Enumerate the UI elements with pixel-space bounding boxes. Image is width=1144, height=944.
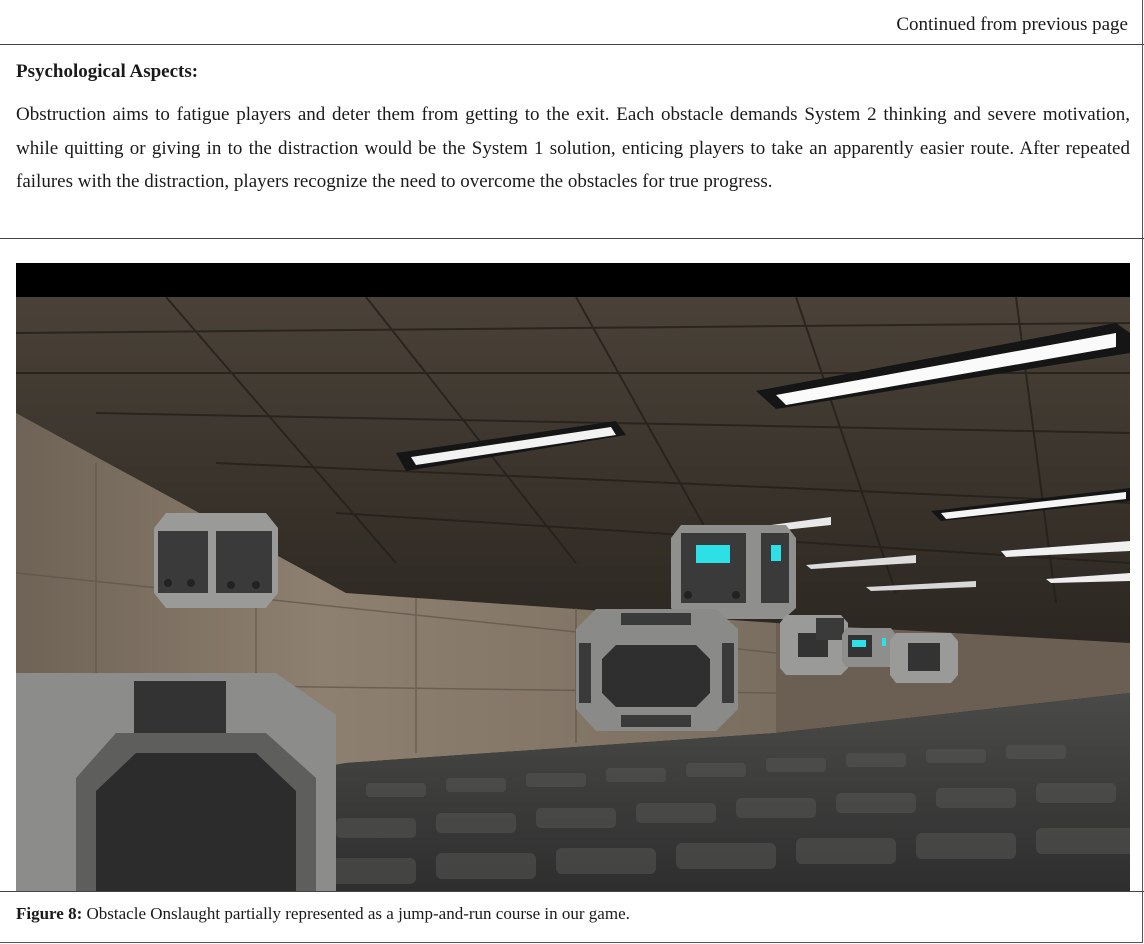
figure-caption-text: Obstacle Onslaught partially represented… — [82, 904, 630, 923]
section-rule — [0, 238, 1144, 239]
floating-screen-cube — [671, 525, 796, 619]
section-heading: Psychological Aspects: — [16, 61, 199, 82]
floating-cube-left — [154, 513, 278, 608]
continued-label: Continued from previous page — [896, 14, 1128, 35]
section-paragraph: Obstruction aims to fatigue players and … — [16, 104, 1130, 192]
figure-image — [16, 263, 1130, 891]
header-rule — [0, 44, 1144, 45]
foreground-cube — [16, 673, 336, 891]
game-screenshot — [16, 263, 1130, 891]
ground-cube-center — [576, 609, 738, 731]
figure-caption: Figure 8: Obstacle Onslaught partially r… — [16, 904, 630, 924]
figure-label: Figure 8: — [16, 904, 83, 923]
figure-rule — [0, 891, 1144, 892]
